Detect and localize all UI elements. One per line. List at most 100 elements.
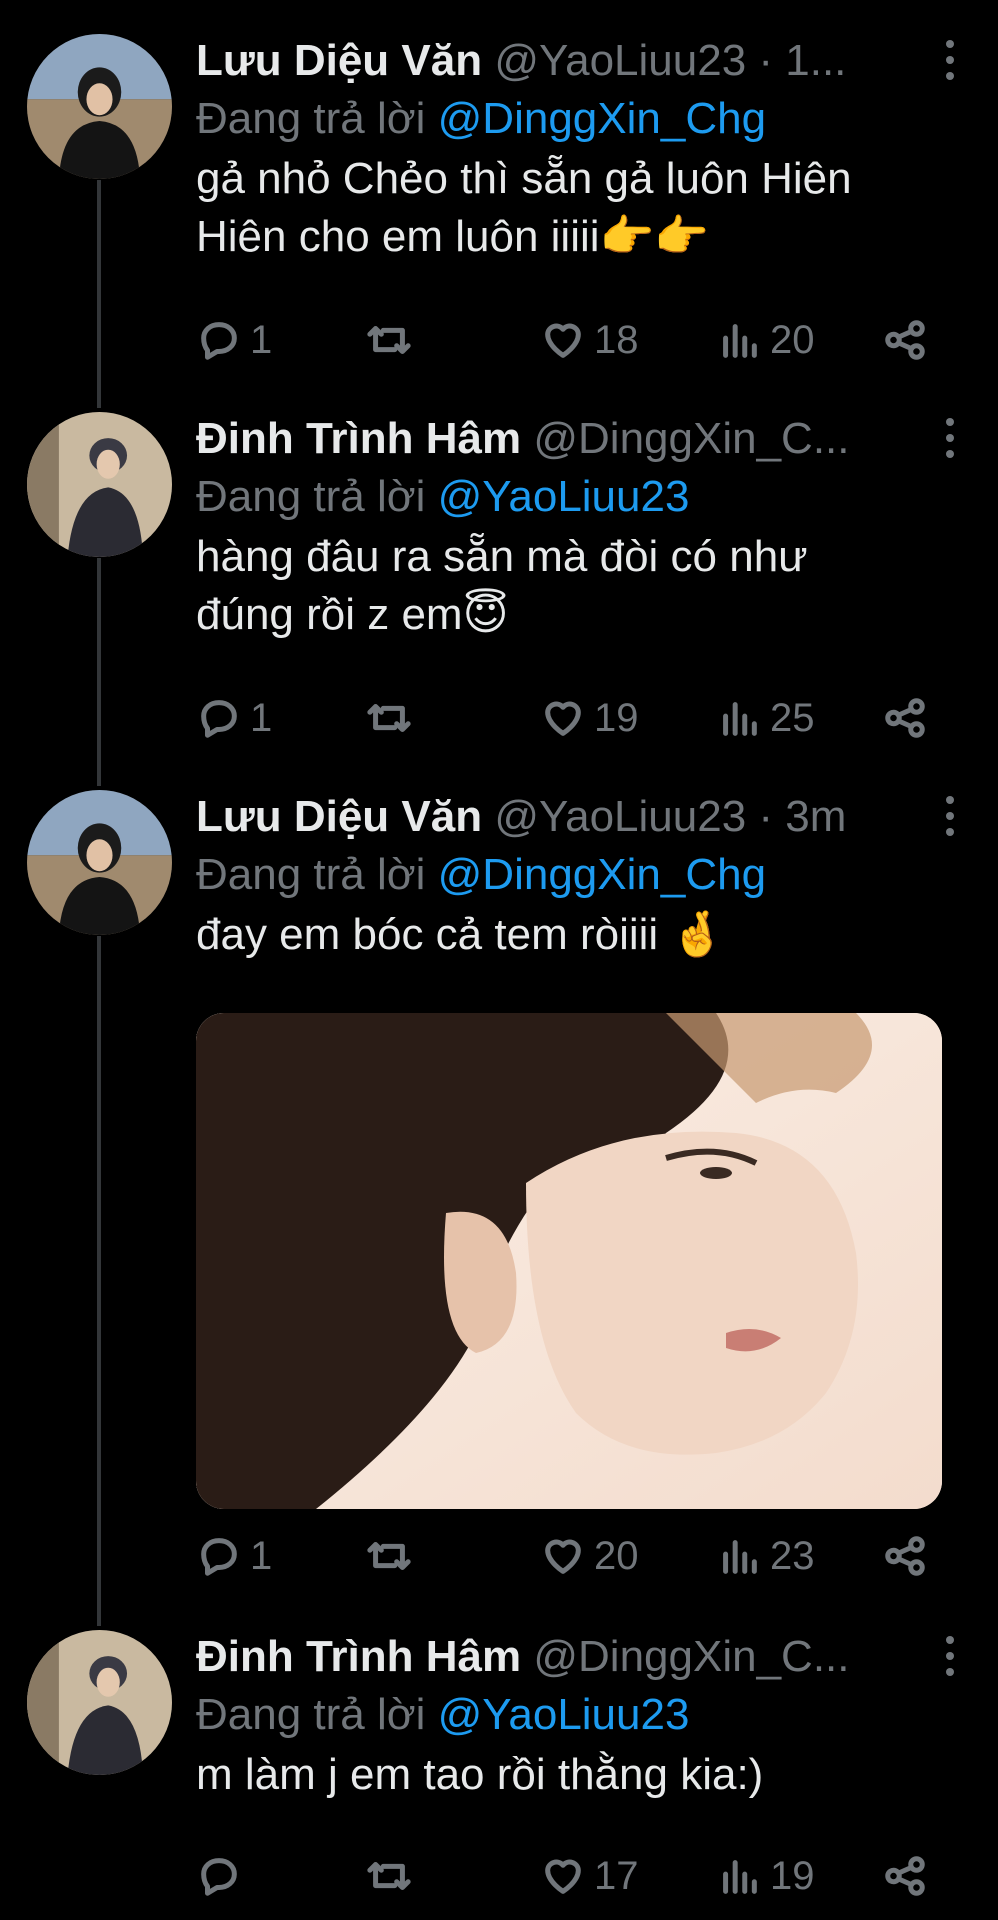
views-count: 25 — [770, 695, 815, 740]
views-button[interactable]: 20 — [716, 317, 815, 363]
replying-to: Đang trả lời @YaoLiuu23 — [196, 468, 958, 526]
retweet-icon — [367, 1542, 411, 1570]
handle[interactable]: @DinggXin_C... — [533, 1632, 849, 1681]
thread-line — [97, 936, 101, 1626]
tweet-text-line: m làm j em tao rồi thằng kia:) — [196, 1750, 764, 1799]
share-icon — [885, 1536, 925, 1576]
reply-button[interactable]: 1 — [196, 1533, 272, 1579]
tweet-header: Đinh Trình Hâm @DinggXin_C... — [196, 1628, 958, 1686]
reply-prefix: Đang trả lời — [196, 472, 426, 521]
like-button[interactable]: 17 — [540, 1853, 639, 1899]
replying-to: Đang trả lời @DinggXin_Chg — [196, 90, 958, 148]
views-button[interactable]: 25 — [716, 695, 815, 741]
avatar[interactable] — [27, 790, 172, 935]
tweet-photo[interactable] — [196, 1013, 942, 1509]
views-count: 20 — [770, 317, 815, 362]
retweet-icon — [367, 1862, 411, 1890]
share-icon — [885, 320, 925, 360]
more-dots-icon[interactable] — [942, 40, 958, 80]
reply-button[interactable]: 1 — [196, 317, 272, 363]
tweet-actions: 1 19 25 — [196, 688, 936, 748]
tweet-actions: 17 19 — [196, 1846, 936, 1906]
share-button[interactable] — [882, 317, 928, 363]
views-count: 23 — [770, 1533, 815, 1578]
mention-link[interactable]: @DinggXin_Chg — [438, 94, 766, 143]
emoji: 🤞 — [670, 910, 726, 959]
tweet-text-line: hàng đâu ra sẵn mà đòi có như — [196, 532, 808, 581]
reply-button[interactable] — [196, 1853, 250, 1899]
tweet-text: m làm j em tao rồi thằng kia:) — [196, 1746, 958, 1804]
reply-icon — [201, 1858, 237, 1896]
tweet-actions: 1 20 23 — [196, 1526, 936, 1586]
reply-button[interactable]: 1 — [196, 695, 272, 741]
display-name[interactable]: Đinh Trình Hâm — [196, 414, 521, 463]
emoji: 😇 — [462, 590, 509, 639]
tweet-actions: 1 18 20 — [196, 310, 936, 370]
views-button[interactable]: 23 — [716, 1533, 815, 1579]
more-dots-icon[interactable] — [942, 796, 958, 836]
views-chart-icon — [723, 702, 757, 736]
tweet-text: đay em bóc cả tem ròiiii 🤞 — [196, 906, 958, 964]
handle[interactable]: @DinggXin_C... — [533, 414, 849, 463]
tweet-text-line: gả nhỏ Chẻo thì sẵn gả luôn Hiên — [196, 154, 852, 203]
thread-line — [97, 558, 101, 786]
retweet-icon — [367, 704, 411, 732]
reply-prefix: Đang trả lời — [196, 94, 426, 143]
emoji: 👉👉 — [599, 212, 710, 261]
reply-count: 1 — [250, 317, 273, 362]
retweet-icon — [367, 326, 411, 354]
replying-to: Đang trả lời @DinggXin_Chg — [196, 846, 958, 904]
display-name[interactable]: Lưu Diệu Văn — [196, 792, 482, 841]
reply-count: 1 — [250, 1533, 273, 1578]
heart-icon — [545, 1859, 581, 1894]
more-dots-icon[interactable] — [942, 1636, 958, 1676]
tweet-text-line: Hiên cho em luôn iiiii — [196, 212, 600, 261]
like-button[interactable]: 19 — [540, 695, 639, 741]
reply-prefix: Đang trả lời — [196, 1690, 426, 1739]
retweet-button[interactable] — [366, 695, 420, 741]
retweet-button[interactable] — [366, 1853, 420, 1899]
display-name[interactable]: Lưu Diệu Văn — [196, 36, 482, 85]
tweet-text: gả nhỏ Chẻo thì sẵn gả luôn Hiên Hiên ch… — [196, 150, 958, 266]
tweet-header: Đinh Trình Hâm @DinggXin_C... — [196, 410, 958, 468]
mention-link[interactable]: @YaoLiuu23 — [438, 1690, 690, 1739]
reply-count: 1 — [250, 695, 273, 740]
display-name[interactable]: Đinh Trình Hâm — [196, 1632, 521, 1681]
reply-prefix: Đang trả lời — [196, 850, 426, 899]
handle[interactable]: @YaoLiuu23 · 1... — [494, 36, 846, 85]
views-count: 19 — [770, 1853, 815, 1898]
mention-link[interactable]: @YaoLiuu23 — [438, 472, 690, 521]
reply-icon — [201, 1538, 237, 1576]
share-button[interactable] — [882, 695, 928, 741]
like-button[interactable]: 20 — [540, 1533, 639, 1579]
like-button[interactable]: 18 — [540, 317, 639, 363]
share-icon — [885, 1856, 925, 1896]
retweet-button[interactable] — [366, 317, 420, 363]
share-button[interactable] — [882, 1853, 928, 1899]
tweet-header: Lưu Diệu Văn @YaoLiuu23 · 1... — [196, 32, 958, 90]
views-chart-icon — [723, 324, 757, 358]
tweet-text: hàng đâu ra sẵn mà đòi có như đúng rồi z… — [196, 528, 958, 644]
views-chart-icon — [723, 1860, 757, 1894]
handle[interactable]: @YaoLiuu23 · 3m — [494, 792, 846, 841]
like-count: 18 — [594, 317, 639, 362]
avatar[interactable] — [27, 1630, 172, 1775]
avatar[interactable] — [27, 34, 172, 179]
heart-icon — [545, 1539, 581, 1574]
retweet-button[interactable] — [366, 1533, 420, 1579]
reply-icon — [201, 322, 237, 360]
avatar[interactable] — [27, 412, 172, 557]
heart-icon — [545, 701, 581, 736]
like-count: 20 — [594, 1533, 639, 1578]
mention-link[interactable]: @DinggXin_Chg — [438, 850, 766, 899]
heart-icon — [545, 323, 581, 358]
thread-line — [97, 180, 101, 408]
share-button[interactable] — [882, 1533, 928, 1579]
tweet-text-line: đúng rồi z em — [196, 590, 463, 639]
more-dots-icon[interactable] — [942, 418, 958, 458]
reply-icon — [201, 700, 237, 738]
views-button[interactable]: 19 — [716, 1853, 815, 1899]
views-chart-icon — [723, 1540, 757, 1574]
like-count: 17 — [594, 1853, 639, 1898]
tweet-text-line: đay em bóc cả tem ròiiii — [196, 910, 659, 959]
